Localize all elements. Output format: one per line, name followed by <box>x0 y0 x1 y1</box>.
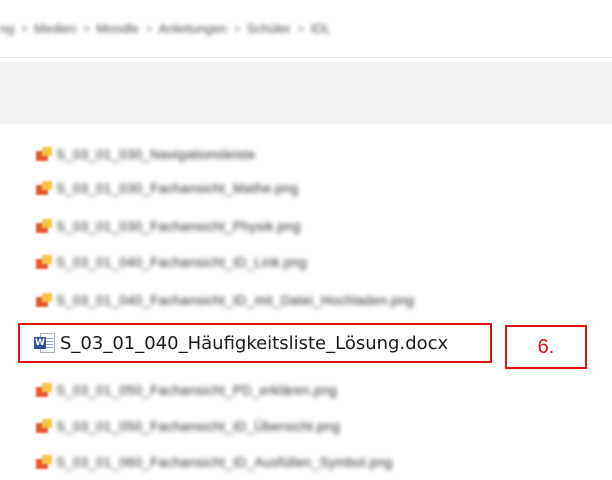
file-name: S_03_01_030_Fachansicht_Physik.png <box>56 218 301 234</box>
breadcrumb-separator: > <box>20 21 29 36</box>
file-row[interactable]: S_03_01_050_Fachansicht_PD_erklären.png <box>36 378 337 402</box>
file-name: S_03_01_030_Fachansicht_Mathe.png <box>56 180 299 196</box>
breadcrumb-separator: > <box>82 21 91 36</box>
step-number-badge: 6. <box>505 325 587 369</box>
file-row[interactable]: S_03_01_060_Fachansicht_ID_Ausfüllen_Sym… <box>36 450 393 474</box>
file-row[interactable]: S_03_01_030_Fachansicht_Physik.png <box>36 214 301 238</box>
breadcrumb-item[interactable]: IDL <box>310 21 330 36</box>
file-name: S_03_01_050_Fachansicht_PD_erklären.png <box>56 382 337 398</box>
file-name: S_03_01_040_Fachansicht_ID_mit_Datei_Hoc… <box>56 292 415 308</box>
column-header-bar <box>0 62 612 124</box>
image-file-icon <box>36 147 52 161</box>
image-file-icon <box>36 255 52 269</box>
file-row[interactable]: S_03_01_030_Navigationsleiste <box>36 142 255 166</box>
image-file-icon <box>36 383 52 397</box>
file-name: S_03_01_040_Häufigkeitsliste_Lösung.docx <box>60 332 449 354</box>
breadcrumb-item[interactable]: Moodle <box>96 21 139 36</box>
image-file-icon <box>36 293 52 307</box>
image-file-icon <box>36 419 52 433</box>
file-row[interactable]: S_03_01_040_Fachansicht_ID_Link.png <box>36 250 307 274</box>
image-file-icon <box>36 219 52 233</box>
breadcrumb: ng > Medien > Moodle > Anleitungen > Sch… <box>0 0 612 58</box>
word-doc-icon: W <box>34 332 56 354</box>
breadcrumb-separator: > <box>296 21 305 36</box>
file-row[interactable]: S_03_01_040_Fachansicht_ID_mit_Datei_Hoc… <box>36 288 414 312</box>
breadcrumb-separator: > <box>233 21 241 36</box>
breadcrumb-item[interactable]: Medien <box>34 21 77 36</box>
image-file-icon <box>36 455 52 469</box>
breadcrumb-item[interactable]: Schüler <box>247 21 291 36</box>
file-name: S_03_01_040_Fachansicht_ID_Link.png <box>56 254 307 270</box>
breadcrumb-item[interactable]: ng <box>0 21 14 36</box>
image-file-icon <box>36 181 52 195</box>
file-row[interactable]: S_03_01_030_Fachansicht_Mathe.png <box>36 176 298 200</box>
breadcrumb-separator: > <box>144 21 153 36</box>
breadcrumb-item[interactable]: Anleitungen <box>159 21 228 36</box>
file-name: S_03_01_050_Fachansicht_ID_Übersicht.png <box>56 418 341 434</box>
file-name: S_03_01_060_Fachansicht_ID_Ausfüllen_Sym… <box>56 454 393 470</box>
file-name: S_03_01_030_Navigationsleiste <box>56 146 256 162</box>
selected-file-row[interactable]: W S_03_01_040_Häufigkeitsliste_Lösung.do… <box>18 323 492 363</box>
file-row[interactable]: S_03_01_050_Fachansicht_ID_Übersicht.png <box>36 414 340 438</box>
